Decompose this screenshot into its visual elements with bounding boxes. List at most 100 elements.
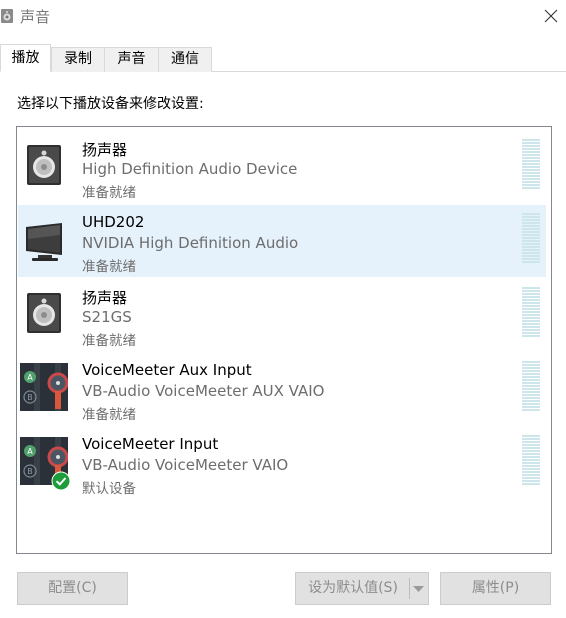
meter-segment [522,258,540,260]
configure-button[interactable]: 配置(C) [17,572,128,605]
meter-segments [522,213,540,263]
meter-segment [522,160,540,162]
meter-segment [522,287,540,289]
device-row[interactable]: 扬声器 High Definition Audio Device 准备就绪 [18,131,546,203]
properties-button[interactable]: 属性(P) [440,572,551,605]
svg-text:B: B [27,393,33,402]
device-name: 扬声器 [82,289,128,307]
device-name: VoiceMeeter Input [82,435,219,453]
meter-segment [522,400,540,402]
meter-segment [522,246,540,248]
meter-segment [522,468,540,470]
meter-segment [522,447,540,449]
meter-segment [522,169,540,171]
meter-segment [522,142,540,144]
meter-segment [522,240,540,242]
meter-segment [522,403,540,405]
meter-segment [522,213,540,215]
meter-segment [522,361,540,363]
device-status: 准备就绪 [82,407,136,423]
chevron-down-icon [413,586,424,592]
meter-segments [522,139,540,189]
tab-sounds[interactable]: 声音 [104,47,159,72]
device-name: UHD202 [82,213,145,231]
meter-segment [522,219,540,221]
meter-segment [522,406,540,408]
meter-segment [522,397,540,399]
device-status: 准备就绪 [82,185,136,201]
tab-communications[interactable]: 通信 [158,47,212,72]
meter-segment [522,187,540,189]
meter-segment [522,261,540,263]
window-title: 声音 [20,8,51,26]
meter-segment [522,444,540,446]
svg-text:B: B [27,467,33,476]
meter-segment [522,335,540,337]
device-list[interactable]: 扬声器 High Definition Audio Device 准备就绪 UH… [16,126,552,554]
meter-segment [522,320,540,322]
meter-segment [522,441,540,443]
meter-segment [522,471,540,473]
meter-segment [522,234,540,236]
device-description: S21GS [82,308,132,326]
meter-segment [522,483,540,485]
meter-segment [522,296,540,298]
device-name: 扬声器 [82,141,128,159]
meter-segment [522,364,540,366]
instruction-text: 选择以下播放设备来修改设置: [17,96,204,112]
device-description: VB-Audio VoiceMeeter VAIO [82,456,289,474]
meter-segment [522,394,540,396]
device-status: 准备就绪 [82,259,136,275]
device-row[interactable]: A B VoiceMeeter Input VB-Audio VoiceMeet… [18,427,546,499]
close-button[interactable] [536,0,566,33]
meter-segment [522,388,540,390]
meter-segment [522,172,540,174]
meter-segment [522,456,540,458]
device-description: High Definition Audio Device [82,160,298,178]
meter-segment [522,228,540,230]
tab-playback[interactable]: 播放 [0,44,51,72]
set-default-dropdown[interactable] [409,572,429,605]
meter-segment [522,255,540,257]
device-row[interactable]: A B VoiceMeeter Aux Input VB-Audio Voice… [18,353,546,425]
tab-recording[interactable]: 录制 [51,47,105,72]
speaker-icon [20,139,68,191]
device-row[interactable]: UHD202 NVIDIA High Definition Audio 准备就绪 [18,205,546,277]
speaker-app-icon [0,8,14,24]
meter-segment [522,314,540,316]
meter-segment [522,376,540,378]
meter-segment [522,474,540,476]
meter-segment [522,178,540,180]
device-name: VoiceMeeter Aux Input [82,361,252,379]
meter-segment [522,216,540,218]
meter-segment [522,225,540,227]
meter-segment [522,243,540,245]
meter-segment [522,151,540,153]
meter-segment [522,332,540,334]
meter-segments [522,361,540,411]
device-row[interactable]: 扬声器 S21GS 准备就绪 [18,279,546,351]
meter-segment [522,453,540,455]
meter-segment [522,326,540,328]
default-check-icon [51,471,71,491]
meter-segment [522,379,540,381]
meter-segment [522,181,540,183]
meter-segment [522,222,540,224]
level-meter [522,435,540,487]
meter-segment [522,302,540,304]
meter-segment [522,175,540,177]
meter-segment [522,290,540,292]
meter-segment [522,465,540,467]
meter-segment [522,477,540,479]
meter-segment [522,367,540,369]
meter-segment [522,139,540,141]
meter-segment [522,382,540,384]
set-default-button[interactable]: 设为默认值(S) [295,572,410,605]
meter-segment [522,329,540,331]
voicemeeter-icon: A B [20,361,69,413]
level-meter [522,139,540,191]
meter-segment [522,231,540,233]
meter-segment [522,459,540,461]
meter-segments [522,435,540,485]
meter-segment [522,391,540,393]
